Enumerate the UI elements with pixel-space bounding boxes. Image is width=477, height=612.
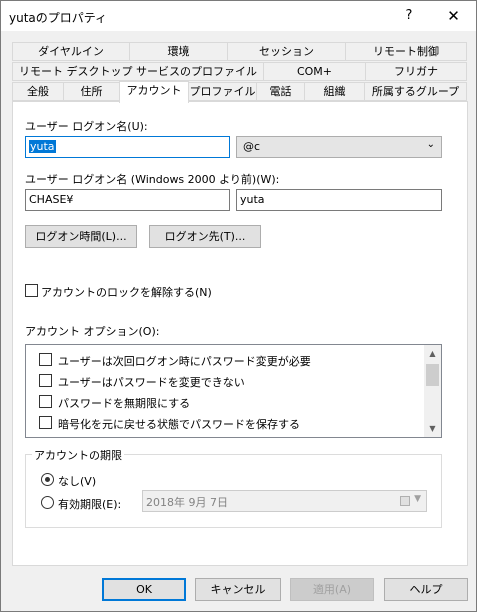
scroll-down-icon[interactable]: ▼ — [424, 420, 441, 437]
pre2000-logon-label: ユーザー ログオン名 (Windows 2000 より前)(W): — [25, 173, 280, 186]
cannot-change-password-checkbox[interactable] — [39, 374, 52, 387]
account-options-label: アカウント オプション(O): — [25, 325, 160, 338]
scroll-up-icon[interactable]: ▲ — [424, 345, 441, 362]
tab-sessions[interactable]: セッション — [227, 42, 346, 61]
reversible-encryption-checkbox[interactable] — [39, 416, 52, 429]
option-label: ユーザーは次回ログオン時にパスワード変更が必要 — [58, 355, 311, 368]
expiry-end-label: 有効期限(E): — [58, 498, 122, 511]
unlock-account-checkbox[interactable] — [25, 284, 38, 297]
expiry-never-radio[interactable] — [41, 473, 54, 486]
expiry-end-radio[interactable] — [41, 496, 54, 509]
close-icon[interactable]: ✕ — [431, 1, 476, 31]
expiry-date-picker[interactable]: 2018年 9月 7日 ▼ — [142, 490, 427, 512]
chevron-down-icon: ▼ — [414, 494, 421, 504]
logon-name-label: ユーザー ログオン名(U): — [25, 120, 148, 133]
window-title: yutaのプロパティ — [9, 11, 108, 25]
domain-suffix-select[interactable]: @c ⌄ — [236, 136, 442, 158]
option-label: ユーザーはパスワードを変更できない — [58, 376, 245, 389]
logon-name-input[interactable]: yuta — [25, 136, 230, 158]
help-button[interactable]: ヘルプ — [384, 578, 468, 601]
scroll-thumb[interactable] — [426, 364, 439, 386]
ok-button[interactable]: OK — [102, 578, 186, 601]
pre2000-domain-field: CHASE¥ — [25, 189, 230, 211]
tab-general[interactable]: 全般 — [12, 82, 64, 101]
pre2000-user-input[interactable]: yuta — [236, 189, 442, 211]
logon-name-value: yuta — [29, 140, 56, 153]
tab-member-of[interactable]: 所属するグループ — [364, 82, 467, 101]
must-change-password-checkbox[interactable] — [39, 353, 52, 366]
tab-furigana[interactable]: フリガナ — [365, 62, 467, 81]
tab-profile[interactable]: プロファイル — [188, 82, 257, 101]
tab-account[interactable]: アカウント — [119, 81, 189, 103]
expiry-date-value: 2018年 9月 7日 — [146, 496, 228, 509]
chevron-down-icon: ⌄ — [426, 139, 435, 150]
tab-remote-control[interactable]: リモート制御 — [345, 42, 467, 61]
tab-address[interactable]: 住所 — [63, 82, 120, 101]
list-item[interactable]: ユーザーはパスワードを変更できない — [26, 370, 424, 391]
tab-rds-profile[interactable]: リモート デスクトップ サービスのプロファイル — [12, 62, 264, 81]
unlock-account-label: アカウントのロックを解除する(N) — [41, 286, 212, 299]
tab-organization[interactable]: 組織 — [304, 82, 365, 101]
logon-hours-button[interactable]: ログオン時間(L)... — [25, 225, 137, 248]
logon-to-button[interactable]: ログオン先(T)... — [149, 225, 261, 248]
title-bar: yutaのプロパティ ? ✕ — [1, 1, 476, 31]
expiry-never-label: なし(V) — [58, 475, 97, 488]
option-label: 暗号化を元に戻せる状態でパスワードを保存する — [58, 418, 300, 431]
tab-telephones[interactable]: 電話 — [256, 82, 305, 101]
help-icon[interactable]: ? — [393, 1, 425, 31]
list-item[interactable]: パスワードを無期限にする — [26, 391, 424, 412]
cancel-button[interactable]: キャンセル — [195, 578, 281, 601]
pre2000-user-value: yuta — [240, 193, 265, 206]
list-item[interactable]: 暗号化を元に戻せる状態でパスワードを保存する — [26, 412, 424, 433]
account-expiry-title: アカウントの期限 — [32, 447, 124, 463]
tab-environment[interactable]: 環境 — [129, 42, 228, 61]
tab-dial-in[interactable]: ダイヤルイン — [12, 42, 130, 61]
list-item[interactable]: ユーザーは次回ログオン時にパスワード変更が必要 — [26, 349, 424, 370]
password-never-expires-checkbox[interactable] — [39, 395, 52, 408]
properties-dialog: yutaのプロパティ ? ✕ ダイヤルイン 環境 セッション リモート制御 リモ… — [0, 0, 477, 612]
option-label: パスワードを無期限にする — [58, 397, 191, 410]
pre2000-domain-value: CHASE¥ — [29, 193, 74, 206]
account-options-list[interactable]: ユーザーは次回ログオン時にパスワード変更が必要 ユーザーはパスワードを変更できな… — [25, 344, 442, 438]
tab-com-plus[interactable]: COM+ — [263, 62, 366, 81]
options-scrollbar[interactable]: ▲ ▼ — [424, 345, 441, 437]
domain-suffix-value: @c — [243, 140, 261, 153]
calendar-icon — [400, 496, 410, 506]
apply-button[interactable]: 適用(A) — [290, 578, 374, 601]
